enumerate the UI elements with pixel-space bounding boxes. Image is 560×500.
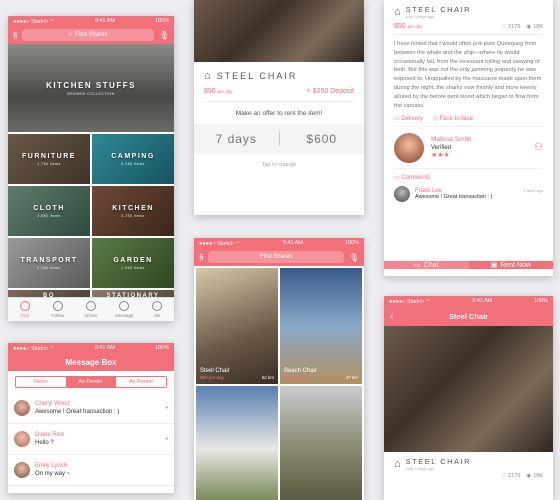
- hero-kitchen[interactable]: KITCHEN STUFFS BROWSE COLLECTION: [8, 44, 174, 132]
- results-screen: ●●●●○ Sketch ⌔ 9:41 AM 100% § Find Share…: [194, 238, 364, 500]
- list-item[interactable]: Emily Lynch On my way ~: [8, 455, 174, 486]
- tab-find[interactable]: Find: [8, 298, 41, 321]
- heart-icon: ♡: [501, 473, 507, 479]
- camera-icon: [86, 301, 96, 311]
- calendar-icon: ▣: [490, 262, 498, 269]
- avatar: [14, 400, 30, 416]
- result-card[interactable]: Steel Chair $50 per day 52 km: [196, 268, 278, 384]
- list-item[interactable]: Diane Rice Hello ? •: [8, 424, 174, 455]
- search-bar: § ⌕ Find Shares 🎙: [8, 26, 174, 44]
- status-bar: ●●●●○ Sketch ⌔ 9:41 AM 100%: [194, 238, 364, 248]
- views: ◉ 18K: [526, 23, 543, 30]
- tile-kitchen[interactable]: KITCHEN 4,750 items: [92, 186, 174, 236]
- tile-transport[interactable]: TRANSPORT 2,780 items: [8, 238, 90, 288]
- product-title: STEEL CHAIR: [405, 5, 472, 14]
- chair-icon: ⌂: [204, 70, 211, 82]
- tab-follow[interactable]: Follow: [41, 298, 74, 321]
- segment-owner[interactable]: As Owner: [65, 377, 116, 387]
- deposit: + $250 Deposit: [306, 88, 354, 95]
- views: ◉ 18K: [526, 473, 543, 479]
- search-input[interactable]: ⌕ Find Shares: [22, 29, 154, 41]
- eye-icon: ◉: [526, 23, 532, 30]
- product-title: STEEL CHAIR: [216, 71, 298, 81]
- tag-icon: ◇: [433, 115, 438, 122]
- clock: 9:41 AM: [94, 18, 115, 24]
- mic-icon[interactable]: 🎙: [349, 253, 359, 262]
- price: $50 per day: [204, 88, 233, 95]
- segment-control: News As Owner As Renter: [15, 376, 167, 388]
- avatar: [14, 431, 30, 447]
- tap-hint: Tap to change: [261, 162, 297, 168]
- tab-bar: Find Follow iShare Message Me: [8, 297, 174, 321]
- page-title: Steel Chair: [448, 311, 489, 321]
- description: I have hinted that I would often jerk po…: [394, 41, 542, 109]
- chair-icon: ⌂: [394, 6, 401, 18]
- result-card[interactable]: Beach Chair $35 per day 47 km: [280, 268, 362, 384]
- search-icon: ⌕: [68, 31, 73, 38]
- nav-bar: ‹ Steel Chair: [384, 306, 553, 326]
- battery: 100%: [154, 18, 169, 24]
- chat-icon: ▭: [414, 262, 421, 269]
- truck-icon: ▭: [394, 115, 400, 122]
- browse-screen: ●●●●○ Sketch ⌔ 9:41 AM 100% § ⌕ Find Shar…: [8, 16, 174, 321]
- photo-screen: ●●●●○ Sketch ⌔ 9:41 AM 100% ‹ Steel Chai…: [384, 296, 553, 500]
- comments-label: ▭ Comments: [394, 174, 431, 181]
- profile-icon[interactable]: ⚇: [534, 142, 543, 153]
- price: $50 per day: [394, 23, 423, 30]
- unread-dot: •: [165, 404, 168, 412]
- tab-ishare[interactable]: iShare: [74, 298, 107, 321]
- amount-value[interactable]: $600: [280, 132, 365, 146]
- tab-me[interactable]: Me: [141, 298, 174, 321]
- detail-screen: ⌂ STEEL CHAIR over 3 days ago $50 per da…: [384, 0, 553, 276]
- result-card[interactable]: [280, 386, 362, 500]
- find-icon: [19, 301, 30, 311]
- owner-avatar[interactable]: [394, 132, 424, 163]
- offer-picker[interactable]: 7 days $600: [194, 124, 364, 154]
- logo-icon[interactable]: §: [13, 31, 17, 40]
- user-icon: [152, 301, 163, 311]
- product-photo: [194, 0, 364, 62]
- product-photo: [384, 326, 553, 452]
- segment-news[interactable]: News: [16, 377, 66, 387]
- tile-cloth[interactable]: CLOTH 3,580 items: [8, 186, 90, 236]
- list-item[interactable]: Cheryl Wood Awesome ! Great transaction :…: [8, 393, 174, 424]
- search-bar: § Find Shares 🎙: [194, 248, 364, 266]
- status-bar: ●●●●○ Sketch ⌔ 9:41 AM 100%: [384, 296, 553, 306]
- rent-now-button[interactable]: ▣ Rent Now: [468, 261, 553, 269]
- status-bar: ●●●●○ Sketch ⌔ 9:41 AM 100%: [8, 16, 174, 26]
- tab-message[interactable]: Message: [108, 298, 141, 321]
- segment-renter[interactable]: As Renter: [115, 377, 166, 387]
- avatar: [394, 185, 410, 202]
- face-option: ◇ Face-to-face: [433, 115, 473, 122]
- days-value[interactable]: 7 days: [194, 132, 280, 146]
- page-title: Message Box: [8, 353, 174, 371]
- message-screen: ●●●●○ Sketch ⌔ 9:41 AM 100% Message Box …: [8, 343, 174, 493]
- status-bar: ●●●●○ Sketch ⌔ 9:41 AM 100%: [8, 343, 174, 353]
- heart-icon: ♡: [501, 23, 507, 30]
- tile-camping[interactable]: CAMPING 5,780 items: [92, 134, 174, 184]
- result-card[interactable]: [196, 386, 278, 500]
- carrier: ●●●●○ Sketch ⌔: [13, 18, 55, 25]
- delivery-option: ▭ Delivery: [394, 115, 424, 122]
- likes[interactable]: ♡ 2176: [501, 473, 520, 479]
- offer-screen: ⌂ STEEL CHAIR $50 per day + $250 Deposit…: [194, 0, 364, 215]
- search-input[interactable]: Find Shares: [208, 251, 344, 263]
- back-icon[interactable]: ‹: [390, 311, 393, 322]
- likes[interactable]: ♡ 2176: [501, 24, 520, 30]
- offer-prompt: Make an offer to rent the item!: [235, 110, 323, 117]
- avatar: [14, 462, 30, 478]
- mic-icon[interactable]: 🎙: [159, 31, 169, 40]
- tile-furniture[interactable]: FURNITURE 1,784 items: [8, 134, 90, 184]
- tile-garden[interactable]: GARDEN 1,950 items: [92, 238, 174, 288]
- heart-icon: [52, 301, 63, 311]
- chat-button[interactable]: ▭ Chat: [384, 261, 469, 269]
- rating-stars: ★★★: [431, 152, 450, 160]
- chair-icon: ⌂: [394, 458, 401, 470]
- eye-icon: ◉: [526, 473, 532, 479]
- unread-dot: •: [165, 435, 168, 443]
- logo-icon[interactable]: §: [199, 253, 203, 262]
- message-icon: [119, 301, 130, 311]
